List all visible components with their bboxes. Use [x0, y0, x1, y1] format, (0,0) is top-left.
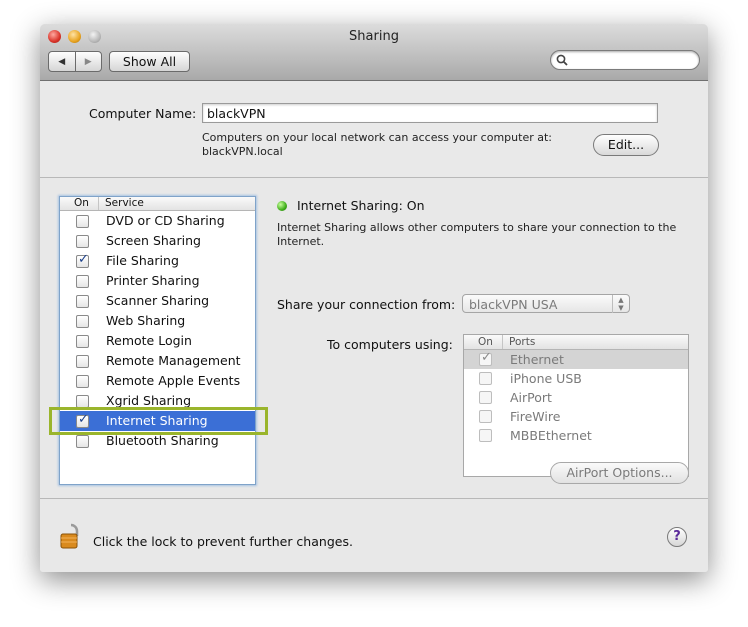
service-list-header: On Service: [60, 197, 255, 211]
help-button[interactable]: ?: [667, 527, 687, 547]
service-label: Scanner Sharing: [106, 293, 210, 308]
sharing-status: Internet Sharing: On: [297, 198, 425, 213]
to-computers-label: To computers using:: [327, 337, 453, 352]
lock-text: Click the lock to prevent further change…: [93, 534, 353, 549]
share-from-value: blackVPN USA: [469, 297, 558, 312]
service-label: Web Sharing: [106, 313, 186, 328]
service-row[interactable]: ✓ File Sharing: [60, 251, 255, 271]
window-title: Sharing: [349, 29, 399, 44]
service-label: Remote Login: [106, 333, 192, 348]
service-list: On Service DVD or CD Sharing Screen Shari…: [59, 196, 256, 485]
lock-icon[interactable]: [60, 522, 82, 550]
port-checkbox: [479, 410, 492, 423]
computer-name-info: Computers on your local network can acce…: [202, 131, 552, 159]
airport-options-button[interactable]: AirPort Options...: [550, 462, 689, 484]
popup-arrows-icon: ▲ ▼: [612, 295, 629, 313]
port-label: Ethernet: [510, 352, 564, 367]
info-line-1: Computers on your local network can acce…: [202, 131, 552, 144]
port-row: AirPort: [464, 388, 688, 407]
service-checkbox[interactable]: [76, 215, 89, 228]
back-arrow-icon: ◀: [58, 56, 66, 67]
service-label: Remote Apple Events: [106, 373, 241, 388]
service-row[interactable]: Scanner Sharing: [60, 291, 255, 311]
port-checkbox: [479, 391, 492, 404]
ports-header-ports: Ports: [502, 335, 535, 349]
ports-header-on: On: [478, 336, 493, 348]
sharing-window: Sharing ◀ ▶ Show All Computer Name: blac…: [40, 24, 708, 572]
footer: Click the lock to prevent further change…: [40, 499, 708, 572]
port-checkbox: [479, 429, 492, 442]
header-service: Service: [98, 197, 144, 210]
service-label: Bluetooth Sharing: [106, 433, 219, 448]
service-row[interactable]: Web Sharing: [60, 311, 255, 331]
port-row: FireWire: [464, 407, 688, 426]
ports-list: On Ports ✓ Ethernet iPhone USB AirPort FireW…: [463, 334, 689, 477]
port-label: AirPort: [510, 390, 552, 405]
service-row[interactable]: Screen Sharing: [60, 231, 255, 251]
back-button[interactable]: ◀: [49, 52, 76, 71]
service-label: Remote Management: [106, 353, 241, 368]
port-label: FireWire: [510, 409, 561, 424]
port-row: iPhone USB: [464, 369, 688, 388]
header-on: On: [74, 197, 89, 209]
checkmark-icon: ✓: [78, 252, 89, 267]
services-section: On Service DVD or CD Sharing Screen Shari…: [40, 178, 708, 499]
service-label: Printer Sharing: [106, 273, 200, 288]
computer-name-section: Computer Name: blackVPN Computers on you…: [40, 81, 708, 178]
share-from-label: Share your connection from:: [277, 297, 456, 312]
search-icon: [556, 54, 568, 66]
computer-name-label: Computer Name:: [89, 106, 197, 121]
service-label: Screen Sharing: [106, 233, 201, 248]
service-checkbox[interactable]: [76, 355, 89, 368]
service-row[interactable]: DVD or CD Sharing: [60, 211, 255, 231]
port-row: MBBEthernet: [464, 426, 688, 445]
status-indicator-icon: [277, 201, 287, 211]
port-row: ✓ Ethernet: [464, 350, 688, 369]
checkmark-icon: ✓: [481, 350, 492, 365]
service-checkbox[interactable]: [76, 335, 89, 348]
service-checkbox[interactable]: [76, 275, 89, 288]
service-checkbox[interactable]: [76, 375, 89, 388]
service-label: DVD or CD Sharing: [106, 213, 225, 228]
title-bar: Sharing ◀ ▶ Show All: [40, 24, 708, 81]
ports-list-header: On Ports: [464, 335, 688, 350]
service-checkbox[interactable]: [76, 235, 89, 248]
port-checkbox: [479, 372, 492, 385]
computer-name-field[interactable]: blackVPN: [202, 103, 658, 123]
description-line-2: Internet.: [277, 235, 325, 248]
service-row[interactable]: Remote Login: [60, 331, 255, 351]
sharing-description: Internet Sharing allows other computers …: [277, 221, 676, 249]
service-row[interactable]: Printer Sharing: [60, 271, 255, 291]
service-label: File Sharing: [106, 253, 179, 268]
service-checkbox[interactable]: [76, 295, 89, 308]
service-checkbox[interactable]: ✓: [76, 252, 89, 268]
port-checkbox: ✓: [479, 350, 492, 366]
port-label: MBBEthernet: [510, 428, 592, 443]
forward-button[interactable]: ▶: [76, 52, 102, 71]
forward-arrow-icon: ▶: [84, 56, 92, 67]
back-forward-control: ◀ ▶: [48, 51, 102, 72]
share-from-popup[interactable]: blackVPN USA ▲ ▼: [462, 294, 630, 313]
info-line-2: blackVPN.local: [202, 145, 283, 158]
search-field[interactable]: [550, 50, 700, 70]
service-checkbox[interactable]: [76, 315, 89, 328]
highlight-frame: [49, 407, 268, 435]
port-label: iPhone USB: [510, 371, 582, 386]
service-row[interactable]: Remote Apple Events: [60, 371, 255, 391]
service-label: Xgrid Sharing: [106, 393, 192, 408]
edit-button[interactable]: Edit...: [593, 134, 659, 156]
service-row[interactable]: Remote Management: [60, 351, 255, 371]
show-all-button[interactable]: Show All: [109, 51, 190, 72]
service-checkbox[interactable]: [76, 435, 89, 448]
description-line-1: Internet Sharing allows other computers …: [277, 221, 677, 234]
